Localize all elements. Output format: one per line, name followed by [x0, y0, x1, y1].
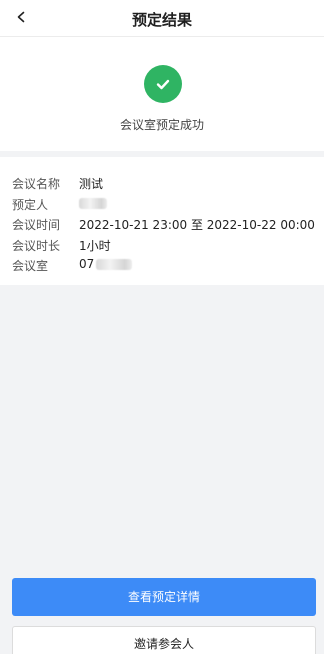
detail-label: 会议名称: [12, 177, 61, 191]
detail-label: 会议时长: [12, 239, 61, 253]
detail-value-redacted: [79, 196, 107, 210]
booking-details-section: 会议名称 测试 预定人 会议时间 2022-10-21 23:00 至 2022…: [0, 157, 324, 285]
detail-row-booker: 预定人: [12, 196, 316, 214]
success-message: 会议室预定成功: [119, 118, 204, 132]
page-title: 预定结果: [131, 11, 192, 29]
detail-row-meeting-name: 会议名称 测试: [12, 175, 316, 193]
invite-attendees-button[interactable]: 邀请参会人: [12, 626, 316, 654]
check-circle-icon: [144, 65, 182, 103]
detail-row-meeting-time: 会议时间 2022-10-21 23:00 至 2022-10-22 00:00: [12, 216, 316, 234]
detail-label: 会议室: [12, 259, 49, 273]
detail-label: 预定人: [12, 198, 49, 212]
reservation-result-screen: 预定结果 会议室预定成功 会议名称 测试 预定人 会议时间 2022-10-21…: [0, 0, 324, 654]
detail-value-room: 07: [79, 257, 133, 271]
booking-success-panel: 会议室预定成功: [0, 37, 324, 151]
redacted-booker-name: [79, 198, 107, 209]
detail-row-room: 会议室 07: [12, 257, 316, 275]
detail-value: 1小时: [79, 239, 111, 253]
room-number-prefix: 07: [79, 257, 95, 271]
view-reservation-details-button[interactable]: 查看预定详情: [12, 578, 316, 616]
top-navigation-bar: 预定结果: [0, 0, 324, 37]
detail-value: 2022-10-21 23:00 至 2022-10-22 00:00: [79, 218, 315, 232]
detail-label: 会议时间: [12, 218, 61, 232]
detail-row-duration: 会议时长 1小时: [12, 237, 316, 255]
redacted-room-name: [96, 259, 133, 270]
detail-value: 测试: [79, 177, 104, 191]
